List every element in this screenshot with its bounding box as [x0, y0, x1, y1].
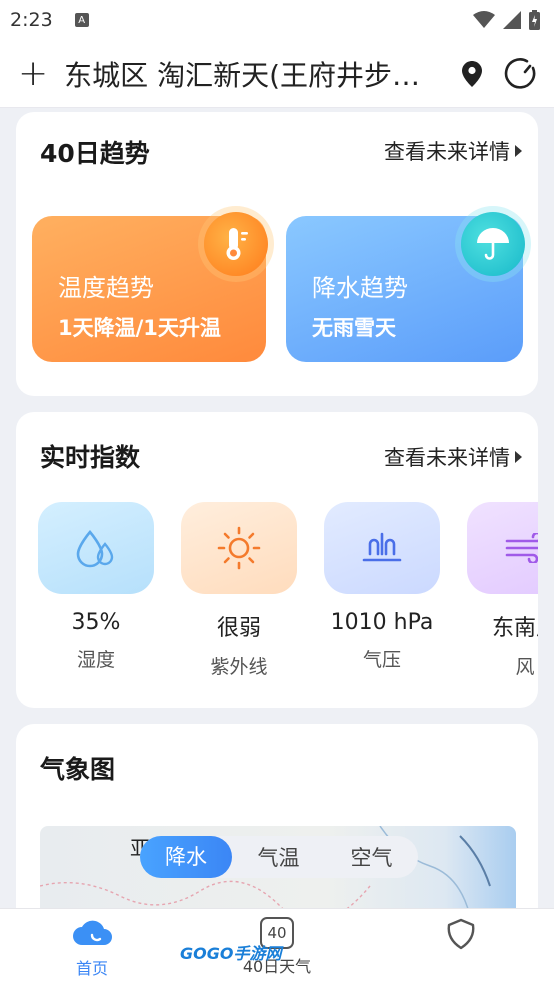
- index-details-link[interactable]: 查看未来详情: [384, 442, 522, 472]
- wifi-icon: [473, 11, 495, 28]
- trend-card: 40日趋势 查看未来详情 温度趋势 1天降温/1天升温 降水趋势 无雨雪天: [16, 112, 538, 396]
- uv-label: 紫外线: [210, 656, 268, 678]
- map-layer-switch: 降水 气温 空气: [140, 836, 418, 878]
- thermometer-icon: [204, 212, 268, 276]
- temperature-trend-title: 温度趋势: [58, 274, 154, 302]
- location-title[interactable]: 东城区 淘汇新天(王府井步…: [64, 54, 444, 94]
- refresh-icon[interactable]: [504, 57, 538, 91]
- uv-value: 很弱: [216, 616, 261, 641]
- index-card-title: 实时指数: [40, 443, 141, 472]
- watermark-logo: GOGO手游网: [180, 940, 281, 964]
- sun-icon: [181, 502, 297, 594]
- humidity-icon: [38, 502, 154, 594]
- index-item-uv[interactable]: 很弱 紫外线: [181, 502, 297, 679]
- location-header: + 东城区 淘汇新天(王府井步…: [0, 40, 554, 108]
- trend-card-title: 40日趋势: [40, 139, 150, 168]
- notification-a-icon: A: [74, 13, 89, 27]
- tab-precipitation[interactable]: 降水: [140, 836, 232, 878]
- index-item-humidity[interactable]: 35% 湿度: [38, 502, 154, 672]
- index-item-pressure[interactable]: 1010 hPa 气压: [324, 502, 440, 672]
- nav-item-home[interactable]: 首页: [32, 917, 152, 979]
- chevron-right-icon: [515, 145, 522, 157]
- precipitation-trend-tile[interactable]: 降水趋势 无雨雪天: [286, 212, 525, 362]
- tab-temperature[interactable]: 气温: [232, 842, 325, 872]
- signal-icon: [503, 11, 521, 29]
- status-icons: [473, 10, 540, 30]
- precipitation-trend-subtitle: 无雨雪天: [312, 316, 396, 340]
- trend-details-label: 查看未来详情: [384, 140, 510, 164]
- index-item-wind[interactable]: 东南风 风: [467, 502, 538, 679]
- location-pin-icon[interactable]: [462, 60, 482, 87]
- nav-home-label: 首页: [75, 959, 108, 978]
- pressure-icon: [324, 502, 440, 594]
- nav-item-shield[interactable]: [401, 917, 521, 955]
- umbrella-icon: [461, 212, 525, 276]
- pressure-label: 气压: [362, 649, 401, 671]
- index-details-label: 查看未来详情: [384, 446, 510, 470]
- cloud-home-icon: [73, 920, 112, 945]
- wind-icon: [467, 502, 538, 594]
- humidity-value: 35%: [71, 610, 121, 635]
- precipitation-trend-title: 降水趋势: [312, 274, 408, 302]
- pressure-value: 1010 hPa: [330, 610, 434, 635]
- trend-details-link[interactable]: 查看未来详情: [384, 136, 522, 166]
- index-card: 实时指数 查看未来详情 35% 湿度 很弱 紫外线 1010 hPa 气压 东南…: [16, 412, 538, 708]
- battery-icon: [529, 10, 540, 30]
- temperature-trend-tile[interactable]: 温度趋势 1天降温/1天升温: [32, 212, 268, 362]
- watermark-text: GOGO手游网: [180, 944, 282, 963]
- humidity-label: 湿度: [76, 649, 115, 671]
- weather-map-card: 气象图 亚洲 降水 气温 空气: [16, 724, 538, 914]
- tab-air-quality[interactable]: 空气: [325, 842, 418, 872]
- wind-value: 东南风: [491, 616, 538, 641]
- status-bar: 2:23 A: [0, 0, 554, 40]
- weather-map-title: 气象图: [40, 755, 116, 784]
- add-city-icon[interactable]: +: [18, 55, 48, 92]
- chevron-right-icon: [515, 451, 522, 463]
- weather-map[interactable]: 亚洲 降水 气温 空气: [40, 826, 516, 914]
- shield-icon: [447, 918, 475, 950]
- temperature-trend-subtitle: 1天降温/1天升温: [58, 316, 221, 340]
- status-time: 2:23: [10, 9, 53, 31]
- wind-label: 风: [515, 656, 535, 678]
